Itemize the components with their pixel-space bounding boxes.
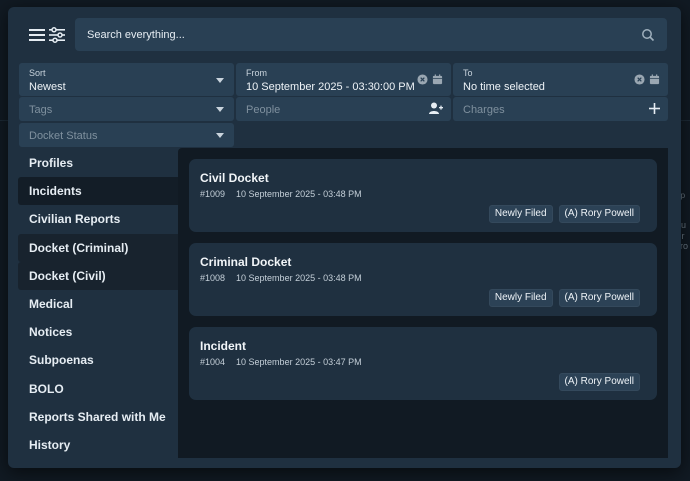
from-label: From xyxy=(246,68,267,78)
to-date-field[interactable]: To No time selected xyxy=(453,63,668,96)
sidebar-item-bolo[interactable]: BOLO xyxy=(18,375,178,403)
card-id: #1008 xyxy=(200,273,226,283)
from-value: 10 September 2025 - 03:30:00 PM (GMT+1) xyxy=(246,81,418,93)
sidebar-item-label: Medical xyxy=(29,297,74,312)
clear-icon[interactable] xyxy=(417,74,428,85)
chevron-down-icon xyxy=(216,77,224,83)
plus-icon[interactable] xyxy=(649,103,660,114)
sliders-icon[interactable] xyxy=(47,25,67,45)
card-date: 10 September 2025 - 03:48 PM xyxy=(236,189,362,199)
results-area: Civil Docket #1009 10 September 2025 - 0… xyxy=(178,148,668,458)
card-id: #1009 xyxy=(200,189,226,199)
search-panel: Search everything... Sort Newest From 10… xyxy=(8,7,681,468)
docket-status-placeholder: Docket Status xyxy=(29,130,98,142)
sidebar-item-notices[interactable]: Notices xyxy=(18,318,178,346)
sidebar-item-label: Incidents xyxy=(29,184,82,199)
person-badge: (A) Rory Powell xyxy=(558,373,640,391)
result-card[interactable]: Criminal Docket #1008 10 September 2025 … xyxy=(189,243,657,316)
sidebar-item-profiles[interactable]: Profiles xyxy=(18,149,178,177)
sidebar-item-label: Reports Shared with Me xyxy=(29,409,166,424)
sidebar-item-label: BOLO xyxy=(29,381,64,396)
from-date-field[interactable]: From 10 September 2025 - 03:30:00 PM (GM… xyxy=(236,63,451,96)
sidebar-item-label: Docket (Civil) xyxy=(29,268,106,283)
to-value: No time selected xyxy=(463,81,545,93)
card-title: Criminal Docket xyxy=(200,255,292,269)
sort-value: Newest xyxy=(29,81,66,93)
chevron-down-icon xyxy=(216,133,224,138)
sidebar-item-label: Civilian Reports xyxy=(29,212,121,227)
search-placeholder: Search everything... xyxy=(87,28,185,41)
to-label: To xyxy=(463,68,473,78)
chevron-down-icon xyxy=(216,107,224,112)
tags-select[interactable]: Tags xyxy=(19,97,234,121)
card-date: 10 September 2025 - 03:47 PM xyxy=(236,357,362,367)
search-icon[interactable] xyxy=(641,28,655,42)
people-field[interactable]: People xyxy=(236,97,451,121)
sidebar-item-label: Profiles xyxy=(29,156,74,171)
sidebar-item-reports-shared[interactable]: Reports Shared with Me xyxy=(18,403,178,431)
sidebar-item-subpoenas[interactable]: Subpoenas xyxy=(18,346,178,374)
status-badge: Newly Filed xyxy=(488,205,553,223)
card-date: 10 September 2025 - 03:48 PM xyxy=(236,273,362,283)
card-title: Incident xyxy=(200,339,247,353)
tags-placeholder: Tags xyxy=(29,104,53,116)
sidebar-item-docket-civil[interactable]: Docket (Civil) xyxy=(18,261,178,290)
calendar-icon[interactable] xyxy=(649,74,660,85)
person-badge: (A) Rory Powell xyxy=(558,205,640,223)
clear-icon[interactable] xyxy=(634,74,645,85)
sidebar-item-docket-criminal[interactable]: Docket (Criminal) xyxy=(18,233,178,262)
category-sidebar: Profiles Incidents Civilian Reports Dock… xyxy=(18,149,178,459)
card-title: Civil Docket xyxy=(200,171,269,185)
result-card[interactable]: Incident #1004 10 September 2025 - 03:47… xyxy=(189,327,657,400)
sidebar-item-label: Subpoenas xyxy=(29,353,94,368)
sidebar-item-history[interactable]: History xyxy=(18,431,178,459)
add-person-icon[interactable] xyxy=(429,102,443,115)
charges-field[interactable]: Charges xyxy=(453,97,668,121)
sidebar-item-medical[interactable]: Medical xyxy=(18,290,178,318)
person-badge: (A) Rory Powell xyxy=(558,289,640,307)
sidebar-item-label: Docket (Criminal) xyxy=(29,240,129,255)
search-input[interactable]: Search everything... xyxy=(75,18,667,51)
sort-label: Sort xyxy=(29,68,46,78)
sidebar-item-incidents[interactable]: Incidents xyxy=(18,177,178,206)
card-id: #1004 xyxy=(200,357,226,367)
top-bar: Search everything... xyxy=(8,7,681,63)
docket-status-select[interactable]: Docket Status xyxy=(19,123,234,147)
sidebar-item-label: History xyxy=(29,437,71,452)
calendar-icon[interactable] xyxy=(432,74,443,85)
sidebar-item-label: Notices xyxy=(29,325,73,340)
hamburger-icon[interactable] xyxy=(27,25,47,45)
result-card[interactable]: Civil Docket #1009 10 September 2025 - 0… xyxy=(189,159,657,232)
people-placeholder: People xyxy=(246,104,281,116)
sort-select[interactable]: Sort Newest xyxy=(19,63,234,96)
sidebar-item-civilian-reports[interactable]: Civilian Reports xyxy=(18,205,178,233)
status-badge: Newly Filed xyxy=(488,289,553,307)
charges-placeholder: Charges xyxy=(463,104,505,116)
